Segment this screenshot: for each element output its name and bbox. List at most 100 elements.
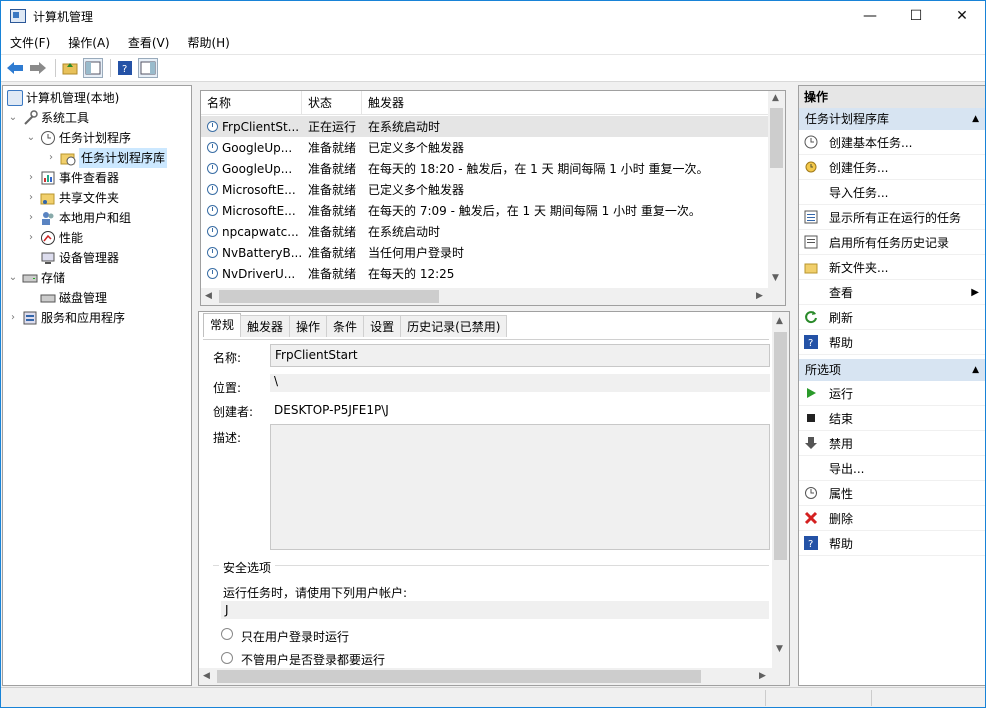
tree-item-services-apps[interactable]: › 服务和应用程序 xyxy=(7,308,125,328)
action-enable-all-history[interactable]: 启用所有任务历史记录 xyxy=(799,230,985,255)
action-refresh[interactable]: 刷新 xyxy=(799,305,985,330)
task-detail-panel: 常规 触发器 操作 条件 设置 历史记录(已禁用) 名称: FrpClientS… xyxy=(198,311,790,686)
tab-actions[interactable]: 操作 xyxy=(289,315,328,337)
name-field[interactable]: FrpClientStart xyxy=(270,344,770,367)
tree-item-root[interactable]: 计算机管理(本地) xyxy=(7,88,119,108)
tree-item-event-viewer[interactable]: › 事件查看器 xyxy=(25,168,119,188)
scroll-right-icon[interactable]: ▶ xyxy=(756,291,763,301)
tree-item-shared-folders[interactable]: › 共享文件夹 xyxy=(25,188,119,208)
detail-vertical-scrollbar[interactable]: ▲ ▼ xyxy=(772,312,789,668)
scroll-up-icon[interactable]: ▲ xyxy=(776,316,783,326)
collapse-icon[interactable]: ▲ xyxy=(972,359,979,381)
tree-item-performance[interactable]: › 性能 xyxy=(25,228,83,248)
description-field[interactable] xyxy=(270,424,770,550)
column-header-trigger[interactable]: 触发器 xyxy=(362,91,771,114)
detail-horizontal-scrollbar[interactable]: ◀ ▶ xyxy=(199,668,772,685)
column-header-name[interactable]: 名称 xyxy=(201,91,302,114)
menu-action[interactable]: 操作(A) xyxy=(59,31,119,55)
show-hide-console-tree-icon[interactable] xyxy=(83,58,103,78)
table-row[interactable]: FrpClientSt... 正在运行 在系统启动时 xyxy=(201,116,771,137)
tree-item-local-users[interactable]: › 本地用户和组 xyxy=(25,208,131,228)
show-hide-action-pane-icon[interactable] xyxy=(138,58,158,78)
close-button[interactable]: ✕ xyxy=(939,1,985,31)
scroll-thumb[interactable] xyxy=(770,108,783,168)
action-end[interactable]: 结束 xyxy=(799,406,985,431)
tree-item-task-scheduler[interactable]: ⌄ 任务计划程序 xyxy=(25,128,131,148)
chevron-right-icon[interactable]: › xyxy=(7,308,19,328)
help-icon[interactable]: ? xyxy=(115,58,135,78)
action-create-basic-task[interactable]: 创建基本任务... xyxy=(799,130,985,155)
scroll-right-icon[interactable]: ▶ xyxy=(759,671,766,681)
menu-view[interactable]: 查看(V) xyxy=(119,31,179,55)
chevron-right-icon[interactable]: › xyxy=(45,148,57,168)
running-tasks-icon xyxy=(803,209,819,225)
table-row[interactable]: npcapwatc... 准备就绪 在系统启动时 xyxy=(201,221,771,242)
scroll-down-icon[interactable]: ▼ xyxy=(776,644,783,654)
tab-conditions[interactable]: 条件 xyxy=(326,315,365,337)
scroll-thumb[interactable] xyxy=(774,332,787,560)
radio-logged-on-only[interactable] xyxy=(221,628,233,640)
action-disable[interactable]: 禁用 xyxy=(799,431,985,456)
folder-clock-icon xyxy=(60,150,76,166)
up-folder-icon[interactable] xyxy=(60,58,80,78)
action-delete[interactable]: 删除 xyxy=(799,506,985,531)
table-row[interactable]: GoogleUp... 准备就绪 已定义多个触发器 xyxy=(201,137,771,158)
action-help-selected[interactable]: ? 帮助 xyxy=(799,531,985,556)
chevron-right-icon[interactable]: › xyxy=(25,228,37,248)
chevron-down-icon[interactable]: ⌄ xyxy=(25,128,37,148)
action-export[interactable]: 导出... xyxy=(799,456,985,481)
run-as-label: 运行任务时，请使用下列用户帐户: xyxy=(223,586,408,600)
scroll-left-icon[interactable]: ◀ xyxy=(203,671,210,681)
description-label: 描述: xyxy=(213,431,242,445)
maximize-button[interactable]: ☐ xyxy=(893,1,939,31)
tree-item-disk-management[interactable]: 磁盘管理 xyxy=(40,288,107,308)
forward-icon[interactable] xyxy=(28,58,48,78)
location-label: 位置: xyxy=(213,381,242,395)
tree-item-task-library[interactable]: › 任务计划程序库 xyxy=(45,148,168,168)
section-task-library[interactable]: 任务计划程序库 ▲ xyxy=(799,108,985,130)
chevron-right-icon[interactable]: › xyxy=(25,188,37,208)
tab-settings[interactable]: 设置 xyxy=(363,315,402,337)
menu-help[interactable]: 帮助(H) xyxy=(178,31,238,55)
collapse-icon[interactable]: ▲ xyxy=(972,108,979,130)
chevron-down-icon[interactable]: ⌄ xyxy=(7,268,19,288)
column-header-status[interactable]: 状态 xyxy=(302,91,362,114)
table-row[interactable]: MicrosoftE... 准备就绪 已定义多个触发器 xyxy=(201,179,771,200)
radio-whether-logged-on[interactable] xyxy=(221,652,233,664)
submenu-arrow-icon: ▶ xyxy=(971,286,979,298)
action-properties[interactable]: 属性 xyxy=(799,481,985,506)
chevron-right-icon[interactable]: › xyxy=(25,168,37,188)
task-icon xyxy=(207,247,218,258)
action-run[interactable]: 运行 xyxy=(799,381,985,406)
action-view[interactable]: 查看 ▶ xyxy=(799,280,985,305)
scroll-thumb[interactable] xyxy=(217,670,701,683)
chevron-right-icon[interactable]: › xyxy=(25,208,37,228)
minimize-button[interactable]: — xyxy=(847,1,893,31)
tab-history[interactable]: 历史记录(已禁用) xyxy=(400,315,508,337)
scroll-down-icon[interactable]: ▼ xyxy=(772,273,779,283)
action-create-task[interactable]: 创建任务... xyxy=(799,155,985,180)
app-window: 计算机管理 — ☐ ✕ 文件(F) 操作(A) 查看(V) 帮助(H) ? 计算… xyxy=(0,0,986,708)
action-help[interactable]: ? 帮助 xyxy=(799,330,985,355)
menu-file[interactable]: 文件(F) xyxy=(1,31,59,55)
scroll-thumb[interactable] xyxy=(219,290,439,303)
scroll-left-icon[interactable]: ◀ xyxy=(205,291,212,301)
action-import-task[interactable]: 导入任务... xyxy=(799,180,985,205)
section-selected-item[interactable]: 所选项 ▲ xyxy=(799,359,985,381)
chevron-down-icon[interactable]: ⌄ xyxy=(7,108,19,128)
table-row[interactable]: NvDriverU... 准备就绪 在每天的 12:25 xyxy=(201,263,771,284)
scroll-up-icon[interactable]: ▲ xyxy=(772,93,779,103)
action-new-folder[interactable]: 新文件夹... xyxy=(799,255,985,280)
table-row[interactable]: GoogleUp... 准备就绪 在每天的 18:20 - 触发后，在 1 天 期间… xyxy=(201,158,771,179)
table-row[interactable]: NvBatteryB... 准备就绪 当任何用户登录时 xyxy=(201,242,771,263)
back-icon[interactable] xyxy=(5,58,25,78)
list-horizontal-scrollbar[interactable]: ◀ ▶ xyxy=(201,288,770,305)
tree-item-storage[interactable]: ⌄ 存储 xyxy=(7,268,65,288)
tab-general[interactable]: 常规 xyxy=(203,313,242,337)
action-display-running-tasks[interactable]: 显示所有正在运行的任务 xyxy=(799,205,985,230)
tree-item-device-manager[interactable]: 设备管理器 xyxy=(40,248,119,268)
list-vertical-scrollbar[interactable]: ▲ ▼ xyxy=(768,91,785,288)
table-row[interactable]: MicrosoftE... 准备就绪 在每天的 7:09 - 触发后，在 1 天 期… xyxy=(201,200,771,221)
tree-item-system-tools[interactable]: ⌄ 系统工具 xyxy=(7,108,89,128)
tab-triggers[interactable]: 触发器 xyxy=(240,315,291,337)
